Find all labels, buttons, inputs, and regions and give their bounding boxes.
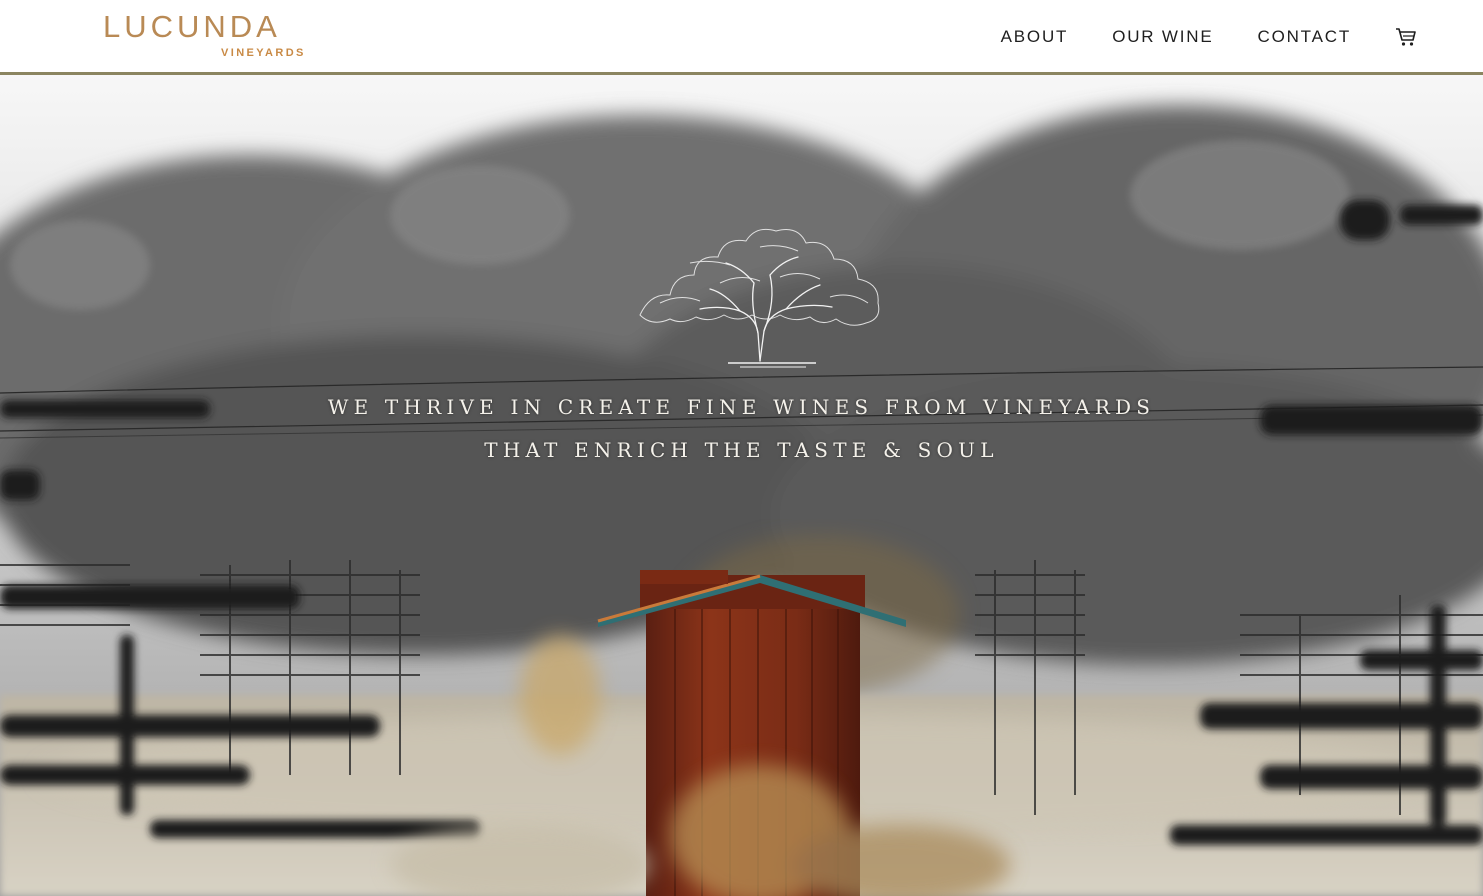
shopping-cart-icon[interactable] [1395,26,1417,48]
nav-contact-link[interactable]: CONTACT [1258,24,1352,50]
hero-photo [0,75,1483,896]
brand-subtitle: VINEYARDS [221,47,306,59]
nav-about-link[interactable]: ABOUT [1001,24,1069,50]
site-header: LUCUNDA VINEYARDS ABOUT OUR WINE CONTACT [0,0,1483,75]
hero-section: WE THRIVE IN CREATE FINE WINES FROM VINE… [0,75,1483,896]
hero-tagline-line-1: WE THRIVE IN CREATE FINE WINES FROM VINE… [327,395,1156,419]
main-nav: ABOUT OUR WINE CONTACT [957,24,1417,50]
hero-tagline-line-2: THAT ENRICH THE TASTE & SOUL [484,438,999,462]
brand-logo[interactable]: LUCUNDA VINEYARDS [103,10,313,62]
nav-our-wine-link[interactable]: OUR WINE [1112,24,1213,50]
brand-name: LUCUNDA [103,9,281,44]
oak-tree-emblem-icon [630,223,890,373]
